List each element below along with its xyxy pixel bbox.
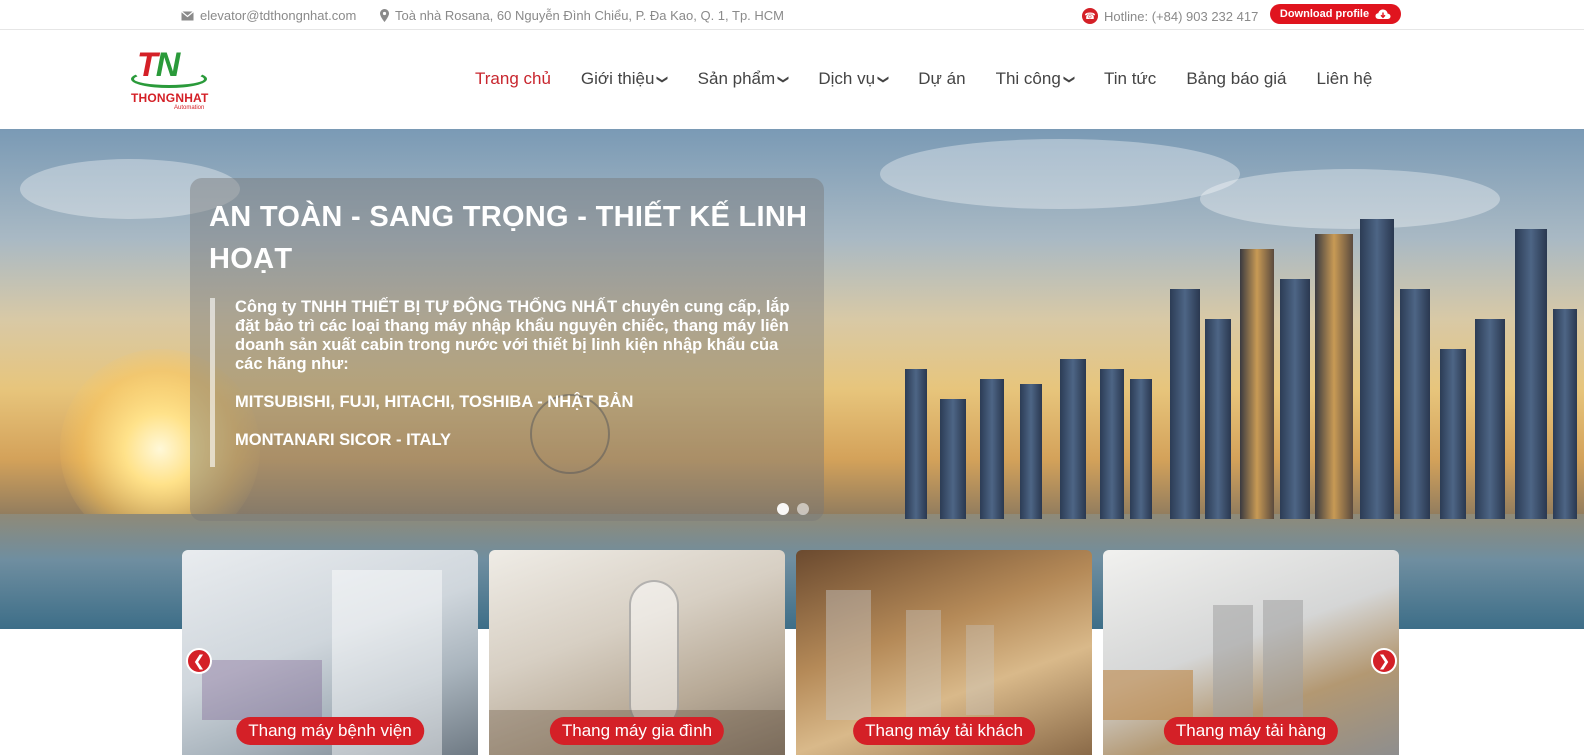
nav-item-projects[interactable]: Dự án: [918, 69, 965, 89]
nav-item-pricing[interactable]: Bảng báo giá: [1186, 69, 1286, 89]
hero-tower: [1240, 249, 1274, 519]
hero-paragraph: MITSUBISHI, FUJI, HITACHI, TOSHIBA - NHẬ…: [235, 393, 634, 411]
hero-tower: [1475, 319, 1505, 519]
category-card-home[interactable]: Thang máy gia đình: [489, 550, 785, 755]
chevron-left-icon: ❮: [192, 653, 206, 670]
phone-icon: ☎: [1082, 8, 1098, 24]
chevron-down-icon: ❯: [777, 74, 790, 84]
category-label: Thang máy bệnh viện: [236, 717, 424, 745]
hero-tower: [1100, 369, 1124, 519]
hero-paragraph: Công ty TNHH THIẾT BỊ TỰ ĐỘNG THỐNG NHẤT…: [235, 298, 790, 373]
map-marker-icon: [380, 9, 389, 22]
category-card-passenger[interactable]: Thang máy tải khách: [796, 550, 1092, 755]
nav-item-contact[interactable]: Liên hệ: [1317, 69, 1373, 89]
hero-tower: [1315, 234, 1353, 519]
category-label: Thang máy tải hàng: [1163, 717, 1339, 745]
slider-dot-1[interactable]: [777, 503, 789, 515]
logo-tagline: Automation: [174, 105, 205, 111]
top-bar: elevator@tdthongnhat.com Toà nhà Rosana,…: [0, 0, 1584, 30]
hero-tower: [905, 369, 927, 519]
chevron-down-icon: ❯: [656, 74, 669, 84]
nav-item-products[interactable]: Sản phẩm ❯: [698, 69, 790, 89]
category-carousel: Thang máy bệnh viện Thang máy gia đình T…: [182, 550, 1402, 755]
hero-tower: [1130, 379, 1152, 519]
download-profile-label: Download profile: [1279, 8, 1370, 20]
nav-item-about[interactable]: Giới thiệu ❯: [581, 69, 669, 89]
envelope-icon: [181, 10, 194, 21]
hero-tower: [980, 379, 1004, 519]
chevron-down-icon: ❯: [1062, 74, 1075, 84]
hero-title: AN TOÀN - SANG TRỌNG - THIẾT KẾ LINH HOẠ…: [209, 201, 808, 275]
contact-hotline[interactable]: ☎ Hotline: (+84) 903 232 417: [1082, 8, 1258, 24]
hero-tower: [1553, 309, 1577, 519]
hero-tower: [940, 399, 966, 519]
hero-tower: [1060, 359, 1086, 519]
address-text: Toà nhà Rosana, 60 Nguyễn Đình Chiểu, P.…: [395, 8, 785, 23]
slider-dots: [777, 503, 809, 515]
logo-swoosh: [131, 70, 207, 88]
hero-caption-box: AN TOÀN - SANG TRỌNG - THIẾT KẾ LINH HOẠ…: [190, 178, 824, 521]
logo-name: THONGNHAT: [131, 91, 209, 105]
main-menu: Trang chủ Giới thiệu ❯ Sản phẩm ❯ Dịch vụ ❯…: [475, 69, 1402, 89]
hero-tower: [1280, 279, 1310, 519]
hero-tower: [1360, 219, 1394, 519]
category-label: Thang máy gia đình: [549, 717, 725, 745]
hero-paragraph: MONTANARI SICOR - ITALY: [235, 431, 452, 449]
contact-address: Toà nhà Rosana, 60 Nguyễn Đình Chiểu, P.…: [380, 8, 784, 23]
chevron-down-icon: ❯: [877, 74, 890, 84]
hotline-text: Hotline: (+84) 903 232 417: [1104, 8, 1259, 24]
hero-description: Công ty TNHH THIẾT BỊ TỰ ĐỘNG THỐNG NHẤT…: [210, 298, 790, 467]
hero-tower: [1440, 349, 1466, 519]
hero-tower: [1515, 229, 1547, 519]
category-label: Thang máy tải khách: [853, 717, 1035, 745]
hero-tower: [1170, 289, 1200, 519]
email-text: elevator@tdthongnhat.com: [200, 8, 357, 23]
carousel-prev-button[interactable]: ❮: [186, 648, 212, 674]
chevron-right-icon: ❯: [1377, 653, 1391, 670]
cloud-download-icon: [1375, 9, 1391, 20]
main-navbar: TN THONGNHAT Automation Trang chủ Giới t…: [0, 31, 1584, 129]
nav-item-home[interactable]: Trang chủ: [475, 69, 551, 89]
category-card-hospital[interactable]: Thang máy bệnh viện: [182, 550, 478, 755]
hero-tower: [1020, 384, 1042, 519]
site-logo[interactable]: TN THONGNHAT Automation: [131, 46, 213, 112]
category-card-freight[interactable]: Thang máy tải hàng: [1103, 550, 1399, 755]
carousel-next-button[interactable]: ❯: [1371, 648, 1397, 674]
contact-email[interactable]: elevator@tdthongnhat.com: [181, 8, 356, 23]
nav-item-services[interactable]: Dịch vụ ❯: [818, 69, 890, 89]
hero-tower: [1400, 289, 1430, 519]
download-profile-button[interactable]: Download profile: [1270, 4, 1401, 24]
slider-dot-2[interactable]: [797, 503, 809, 515]
nav-item-news[interactable]: Tin tức: [1104, 69, 1156, 89]
hero-cloud: [880, 139, 1240, 209]
hero-cloud: [1200, 169, 1500, 229]
hero-tower: [1205, 319, 1231, 519]
nav-item-construction[interactable]: Thi công ❯: [996, 69, 1075, 89]
